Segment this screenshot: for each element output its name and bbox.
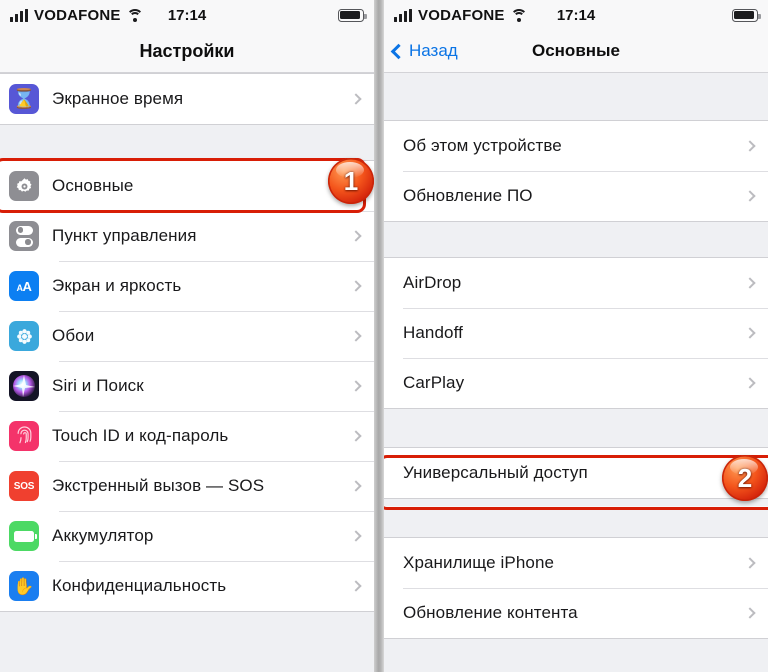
- battery-icon: [9, 521, 39, 551]
- right-section-gap-3: [384, 499, 768, 537]
- fingerprint-icon: [9, 421, 39, 451]
- list-item-airdrop[interactable]: AirDrop: [384, 258, 768, 308]
- list-item-handoff[interactable]: Handoff: [384, 308, 768, 358]
- chevron-right-icon: [350, 230, 362, 242]
- list-item-screen-time[interactable]: ⌛ Экранное время: [0, 74, 374, 124]
- right-section-gap-top: [384, 73, 768, 120]
- list-item-label: Обновление контента: [403, 603, 578, 622]
- right-group-accessibility: Универсальный доступ: [384, 447, 768, 499]
- step-badge-2-label: 2: [737, 463, 753, 493]
- back-button[interactable]: Назад: [384, 41, 458, 61]
- list-item-label: CarPlay: [403, 373, 465, 392]
- list-item-label: Экран и яркость: [52, 276, 182, 295]
- list-item-label: Экранное время: [52, 89, 184, 108]
- list-item-display-brightness[interactable]: AA Экран и яркость: [0, 261, 374, 311]
- chevron-right-icon: [744, 327, 756, 339]
- list-item-label: Об этом устройстве: [403, 136, 562, 155]
- left-phone-panel: VODAFONE 17:14 Настройки ⌛ Экранное врем…: [0, 0, 374, 672]
- list-item-label: Экстренный вызов — SOS: [52, 476, 265, 495]
- sos-icon: SOS: [9, 471, 39, 501]
- right-nav-bar: Назад Основные: [384, 30, 768, 73]
- left-group-main: Основные Пункт управления AA Экран и ярк…: [0, 160, 374, 612]
- toggles-icon: [9, 221, 39, 251]
- status-right-group: [732, 8, 761, 22]
- step-badge-1: 1: [328, 158, 374, 204]
- text-size-icon: AA: [9, 271, 39, 301]
- list-item-software-update[interactable]: Обновление ПО: [384, 171, 768, 221]
- left-status-bar: VODAFONE 17:14: [0, 0, 374, 30]
- list-item-label: Аккумулятор: [52, 526, 154, 545]
- chevron-right-icon: [350, 530, 362, 542]
- list-item-label: Handoff: [403, 323, 463, 342]
- battery-icon: [338, 8, 367, 22]
- right-status-bar: VODAFONE 17:14: [384, 0, 768, 30]
- step-badge-2: 2: [722, 455, 768, 501]
- chevron-right-icon: [744, 607, 756, 619]
- chevron-right-icon: [744, 277, 756, 289]
- list-item-background-refresh[interactable]: Обновление контента: [384, 588, 768, 638]
- status-right-group: [338, 8, 367, 22]
- chevron-right-icon: [350, 330, 362, 342]
- panel-divider: [374, 0, 384, 672]
- list-item-control-center[interactable]: Пункт управления: [0, 211, 374, 261]
- left-settings-scroll[interactable]: ⌛ Экранное время Основные Пункт управлен…: [0, 73, 374, 672]
- right-section-gap-2: [384, 409, 768, 447]
- chevron-right-icon: [744, 190, 756, 202]
- list-item-wallpaper[interactable]: Обои: [0, 311, 374, 361]
- left-nav-bar: Настройки: [0, 30, 374, 73]
- right-group-storage: Хранилище iPhone Обновление контента: [384, 537, 768, 639]
- siri-icon: [9, 371, 39, 401]
- list-item-about[interactable]: Об этом устройстве: [384, 121, 768, 171]
- list-item-general[interactable]: Основные: [0, 161, 374, 211]
- right-phone-panel: VODAFONE 17:14 Назад Основные Об этом ус…: [384, 0, 768, 672]
- left-group-screentime: ⌛ Экранное время: [0, 73, 374, 125]
- list-item-label: Универсальный доступ: [403, 463, 588, 482]
- step-badge-1-label: 1: [343, 166, 359, 196]
- chevron-right-icon: [350, 480, 362, 492]
- list-item-carplay[interactable]: CarPlay: [384, 358, 768, 408]
- chevron-right-icon: [744, 557, 756, 569]
- list-item-label: Пункт управления: [52, 226, 197, 245]
- chevron-right-icon: [350, 580, 362, 592]
- list-item-label: Siri и Поиск: [52, 376, 144, 395]
- clock-label: 17:14: [167, 6, 207, 24]
- chevron-right-icon: [350, 280, 362, 292]
- list-item-siri-search[interactable]: Siri и Поиск: [0, 361, 374, 411]
- list-item-label: Основные: [52, 176, 134, 195]
- chevron-right-icon: [350, 380, 362, 392]
- right-section-gap-1: [384, 222, 768, 257]
- list-item-touch-id-passcode[interactable]: Touch ID и код-пароль: [0, 411, 374, 461]
- chevron-left-icon: [390, 43, 407, 59]
- chevron-right-icon: [744, 140, 756, 152]
- gear-icon: [9, 171, 39, 201]
- chevron-right-icon: [744, 377, 756, 389]
- list-item-accessibility[interactable]: Универсальный доступ: [384, 448, 768, 498]
- screenshot-stage: VODAFONE 17:14 Настройки ⌛ Экранное врем…: [0, 0, 768, 672]
- back-button-label: Назад: [409, 41, 458, 60]
- hand-icon: ✋: [9, 571, 39, 601]
- list-item-label: Хранилище iPhone: [403, 553, 555, 572]
- page-title: Настройки: [139, 40, 235, 61]
- list-item-battery[interactable]: Аккумулятор: [0, 511, 374, 561]
- list-item-label: Обои: [52, 326, 95, 345]
- left-section-gap: [0, 125, 374, 160]
- flower-icon: [9, 321, 39, 351]
- hourglass-icon: ⌛: [9, 84, 39, 114]
- right-group-connectivity: AirDrop Handoff CarPlay: [384, 257, 768, 409]
- right-group-device: Об этом устройстве Обновление ПО: [384, 120, 768, 222]
- list-item-label: Конфиденциальность: [52, 576, 227, 595]
- list-item-label: Touch ID и код-пароль: [52, 426, 229, 445]
- list-item-privacy[interactable]: ✋ Конфиденциальность: [0, 561, 374, 611]
- list-item-label: AirDrop: [403, 273, 462, 292]
- right-settings-scroll[interactable]: Об этом устройстве Обновление ПО AirDrop…: [384, 73, 768, 672]
- list-item-emergency-sos[interactable]: SOS Экстренный вызов — SOS: [0, 461, 374, 511]
- chevron-right-icon: [350, 93, 362, 105]
- battery-icon: [732, 8, 761, 22]
- list-item-iphone-storage[interactable]: Хранилище iPhone: [384, 538, 768, 588]
- clock-label: 17:14: [556, 6, 596, 24]
- chevron-right-icon: [350, 430, 362, 442]
- list-item-label: Обновление ПО: [403, 186, 533, 205]
